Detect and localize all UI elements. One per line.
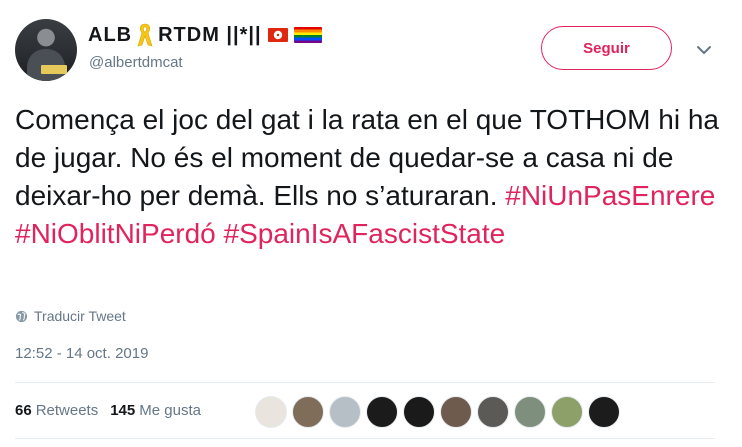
- rainbow-flag-icon: [293, 27, 322, 43]
- divider: [15, 438, 715, 439]
- hong-kong-flag-icon: [267, 28, 288, 42]
- tweet-timestamp[interactable]: 12:52 - 14 oct. 2019: [15, 345, 148, 362]
- liker-avatar[interactable]: [440, 396, 472, 428]
- translate-label: Traducir Tweet: [34, 308, 126, 324]
- likes-stat[interactable]: 145 Me gusta: [110, 402, 201, 419]
- likes-count: 145: [110, 402, 136, 419]
- author-handle[interactable]: @albertdmcat: [89, 54, 183, 71]
- divider: [15, 382, 715, 383]
- liker-avatar[interactable]: [255, 396, 287, 428]
- liker-avatar[interactable]: [588, 396, 620, 428]
- liker-avatar[interactable]: [292, 396, 324, 428]
- hashtag-link[interactable]: #SpainIsAFascistState: [224, 218, 506, 249]
- tweet-stats: 66 Retweets 145 Me gusta: [15, 402, 201, 419]
- liker-avatar[interactable]: [477, 396, 509, 428]
- avatar-sign: [41, 65, 67, 74]
- liker-avatar[interactable]: [514, 396, 546, 428]
- display-name-right: RTDM ||*||: [158, 23, 262, 46]
- hashtag-link[interactable]: #NiUnPasEnrere: [505, 180, 715, 211]
- liker-avatar[interactable]: [403, 396, 435, 428]
- liker-avatar[interactable]: [329, 396, 361, 428]
- display-name-left: ALB: [88, 23, 133, 46]
- follow-button[interactable]: Seguir: [541, 26, 672, 70]
- liker-avatars: [255, 396, 620, 428]
- retweets-stat[interactable]: 66 Retweets: [15, 402, 98, 419]
- retweets-label: Retweets: [35, 402, 99, 419]
- author-display-name[interactable]: ALB RTDM ||*||: [88, 20, 322, 50]
- retweets-count: 66: [15, 402, 32, 419]
- likes-label: Me gusta: [139, 402, 201, 419]
- hashtag-link[interactable]: #NiOblitNiPerdó: [15, 218, 216, 249]
- yellow-ribbon-icon: [137, 23, 153, 47]
- translate-tweet-link[interactable]: Traducir Tweet: [15, 308, 126, 324]
- liker-avatar[interactable]: [551, 396, 583, 428]
- tweet-text: Comença el joc del gat i la rata en el q…: [15, 101, 727, 253]
- globe-icon: [15, 310, 28, 322]
- liker-avatar[interactable]: [366, 396, 398, 428]
- author-avatar[interactable]: [15, 19, 77, 81]
- chevron-down-icon[interactable]: [696, 44, 712, 56]
